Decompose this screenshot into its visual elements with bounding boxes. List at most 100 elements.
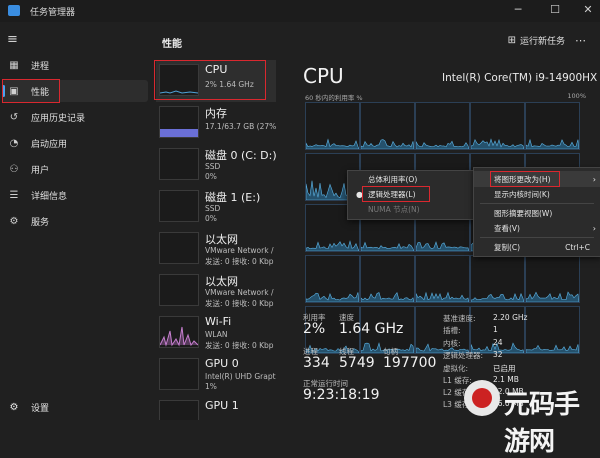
cpu-title: CPU	[303, 64, 344, 88]
processor-graph	[305, 102, 360, 150]
resource-item-disk0[interactable]: 磁盘 0 (C: D:) SSD 0%	[156, 144, 277, 186]
site-watermark: 元码手游网	[464, 376, 596, 457]
sidebar-item-label: 用户	[31, 165, 50, 176]
disk0-thumbnail	[159, 148, 199, 180]
handles-value: 197700	[383, 355, 437, 371]
resource-detail: 发送: 0 接收: 0 Kbp	[205, 299, 274, 308]
cpu-model: Intel(R) Core(TM) i9-14900HX	[442, 72, 598, 84]
processor-graph	[470, 102, 525, 150]
sidebar-item-label: 详细信息	[31, 191, 68, 202]
resource-detail: 发送: 0 接收: 0 Kbp	[205, 257, 274, 266]
resource-detail: VMware Network /	[205, 288, 274, 297]
menu-item-label: 查看(V)	[494, 223, 520, 233]
maximize-icon[interactable]: ☐	[547, 2, 563, 18]
resource-detail: 17.1/63.7 GB (27%	[205, 122, 277, 131]
processor-graph	[525, 306, 580, 354]
menu-separator	[480, 237, 594, 238]
utilization-trace	[416, 140, 469, 149]
sidebar-item-label: 启动应用	[31, 139, 68, 150]
sidebar-item-label: 进程	[31, 61, 50, 72]
spec-value: 24	[493, 338, 503, 347]
processor-graph	[360, 255, 415, 303]
wifi-thumbnail	[159, 316, 199, 348]
window-title: 任务管理器	[30, 8, 76, 18]
watermark-text: 元码手游网	[504, 390, 580, 457]
menu-item-label: 总体利用率(O)	[368, 174, 418, 184]
resource-item-ethernet1[interactable]: 以太网 VMware Network / 发送: 0 接收: 0 Kbp	[156, 228, 276, 270]
resource-detail: SSD	[205, 162, 221, 171]
utilization-trace	[416, 241, 469, 251]
utilization-trace	[526, 138, 579, 149]
sidebar-item-startup[interactable]: ◔ 启动应用	[2, 132, 148, 154]
sidebar-item-users[interactable]: ⚇ 用户	[2, 158, 148, 180]
menu-item-summary-view[interactable]: 图形摘要视图(W)	[474, 205, 600, 221]
task-manager-icon	[8, 5, 20, 16]
utilization-trace	[361, 292, 414, 302]
menu-item-kernel-time[interactable]: 显示内核时间(K)	[474, 186, 600, 202]
menu-item-numa: NUMA 节点(N)	[348, 201, 476, 217]
page-title: 性能	[162, 39, 182, 50]
processor-graph	[305, 255, 360, 303]
utilization-trace	[361, 139, 414, 149]
sidebar-item-services[interactable]: ⚙ 服务	[2, 210, 148, 232]
resource-name: 内存	[205, 107, 227, 120]
sidebar-item-label: 应用历史记录	[31, 113, 86, 124]
resource-name: GPU 0	[205, 357, 239, 370]
resource-item-memory[interactable]: 内存 17.1/63.7 GB (27%	[156, 102, 276, 144]
menu-item-overall[interactable]: 总体利用率(O)	[348, 171, 476, 187]
hamburger-menu-icon[interactable]: ≡	[7, 32, 18, 47]
resource-name: 以太网	[205, 275, 238, 288]
sidebar-item-label: 服务	[31, 217, 50, 228]
highlight-box	[362, 186, 430, 202]
utilization-trace	[306, 240, 359, 251]
resource-detail: 0%	[205, 214, 217, 223]
resource-list: CPU 2% 1.64 GHz 内存 17.1/63.7 GB (27% 磁盘 …	[152, 58, 278, 420]
minimize-icon[interactable]: ─	[510, 2, 526, 18]
processes-icon: ▦	[9, 59, 19, 71]
spec-label: 插槽:	[443, 326, 461, 335]
resource-detail: 1%	[205, 382, 217, 391]
resource-detail: 发送: 0 接收: 0 Kbp	[205, 341, 274, 350]
highlight-box	[154, 60, 266, 100]
page-header: 性能 ⊞ 运行新任务 ⋯	[150, 22, 600, 60]
menu-item-copy[interactable]: 复制(C) Ctrl+C	[474, 239, 600, 255]
submenu-arrow-icon: ›	[592, 223, 596, 233]
resource-item-ethernet2[interactable]: 以太网 VMware Network / 发送: 0 接收: 0 Kbp	[156, 270, 276, 312]
resource-name: 磁盘 1 (E:)	[205, 191, 261, 204]
close-icon[interactable]: ✕	[580, 2, 596, 18]
utilization-trace	[306, 292, 359, 302]
resource-name: 磁盘 0 (C: D:)	[205, 149, 277, 162]
sidebar-item-processes[interactable]: ▦ 进程	[2, 54, 148, 76]
menu-item-view[interactable]: 查看(V) ›	[474, 220, 600, 236]
settings-label: 设置	[31, 403, 50, 414]
run-task-icon: ⊞	[507, 35, 516, 46]
sidebar-item-history[interactable]: ↺ 应用历史记录	[2, 106, 148, 128]
more-options-icon[interactable]: ⋯	[575, 34, 586, 47]
users-icon: ⚇	[9, 163, 19, 175]
resource-item-gpu1[interactable]: GPU 1	[156, 396, 276, 420]
spec-label: 逻辑处理器:	[443, 351, 484, 360]
disk1-thumbnail	[159, 190, 199, 222]
run-new-task-button[interactable]: ⊞ 运行新任务 ⋯	[508, 34, 586, 47]
resource-detail: Intel(R) UHD Grapt	[205, 372, 276, 381]
sidebar-item-settings[interactable]: ⚙ 设置	[2, 396, 148, 418]
max-percent-label: 100%	[567, 92, 586, 100]
startup-icon: ◔	[9, 137, 19, 149]
ethernet2-thumbnail	[159, 274, 199, 306]
resource-item-wifi[interactable]: Wi-Fi WLAN 发送: 0 接收: 0 Kbp	[156, 312, 276, 354]
processor-graph	[415, 255, 470, 303]
resource-detail: SSD	[205, 204, 221, 213]
gpu0-thumbnail	[159, 358, 199, 390]
spec-label: 虚拟化:	[443, 364, 469, 373]
history-icon: ↺	[9, 111, 19, 123]
utilization-trace	[361, 241, 414, 251]
resource-item-gpu0[interactable]: GPU 0 Intel(R) UHD Grapt 1%	[156, 354, 276, 396]
utilization-trace	[416, 291, 469, 302]
highlight-box	[490, 171, 560, 187]
utilization-trace	[306, 138, 359, 149]
menu-shortcut: Ctrl+C	[565, 242, 590, 252]
sidebar-item-details[interactable]: ☰ 详细信息	[2, 184, 148, 206]
ethernet1-thumbnail	[159, 232, 199, 264]
menu-item-label: NUMA 节点(N)	[368, 204, 420, 214]
resource-item-disk1[interactable]: 磁盘 1 (E:) SSD 0%	[156, 186, 276, 228]
